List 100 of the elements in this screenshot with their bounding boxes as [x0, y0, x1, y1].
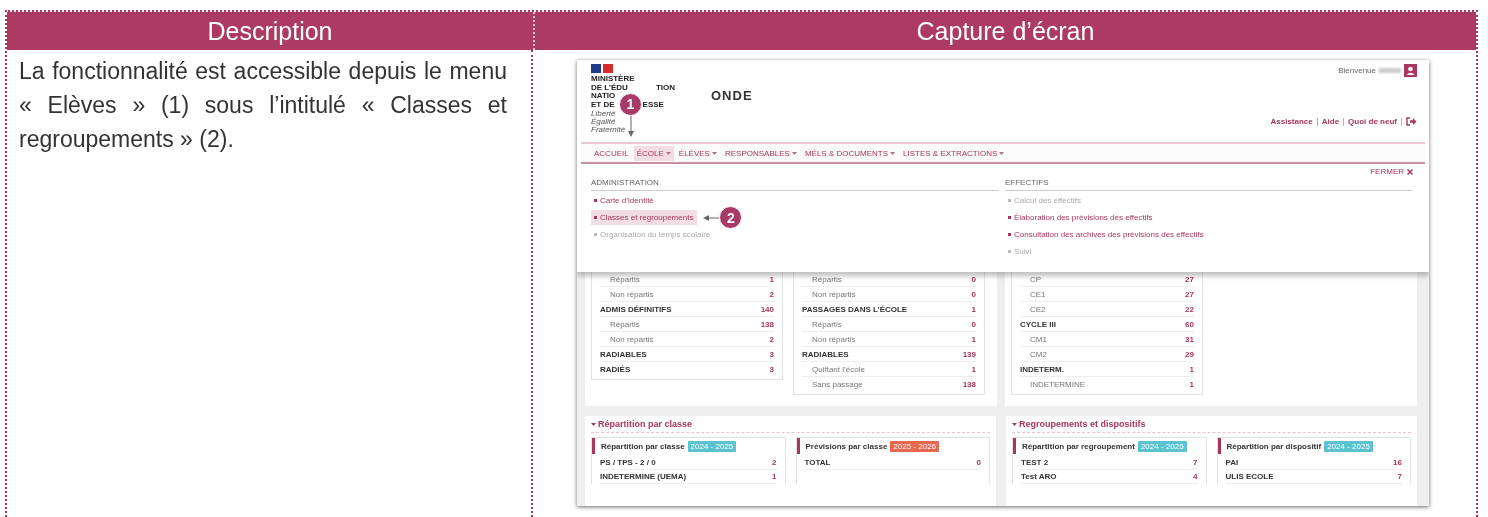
logo-text: NATIO: [591, 92, 616, 101]
logo-text: MINISTÈRE: [591, 75, 635, 83]
bullet-icon: [1008, 199, 1011, 202]
stat-label: CM2: [1029, 349, 1047, 359]
logo-text: ESSE: [642, 100, 664, 109]
caret-icon: [999, 151, 1005, 155]
stat-value: 1: [1189, 364, 1194, 374]
stat-value: 1: [971, 364, 976, 374]
stat-value: 2: [769, 334, 774, 344]
caret-icon: [665, 151, 671, 155]
menu-item[interactable]: Carte d’identité: [591, 193, 658, 208]
card-row-label: TOTAL: [804, 458, 831, 467]
section-title[interactable]: Répartition par classe: [591, 416, 990, 433]
stat-label: Répartis: [609, 319, 640, 329]
stat-label: INDETERM.: [1020, 364, 1064, 374]
blurred-name: [1379, 68, 1401, 73]
column-header: Capture d’écran: [533, 12, 1476, 50]
stat-value: 29: [1185, 349, 1194, 359]
caret-icon: [711, 151, 717, 155]
welcome-text: Bienvenue: [1338, 66, 1376, 75]
stat-value: 1: [971, 304, 976, 314]
year-badge: 2024 - 2025: [1324, 440, 1373, 452]
menu-item[interactable]: Élaboration des prévisions des effectifs: [1005, 210, 1157, 225]
caret-icon: [1012, 422, 1017, 426]
user-icon[interactable]: [1404, 64, 1417, 77]
logout-icon[interactable]: [1406, 117, 1417, 126]
logo-text: ET DE: [591, 100, 615, 109]
card-row-value: 4: [1193, 472, 1198, 481]
stat-label: Non répartis: [609, 289, 654, 299]
column-header: Description: [206, 15, 334, 47]
bullet-icon: [594, 216, 597, 219]
header-link[interactable]: Assistance: [1270, 117, 1313, 126]
stat-value: 140: [760, 304, 774, 314]
year-badge: 2025 - 2026: [890, 440, 940, 452]
card-title: Prévisions par classe: [805, 441, 888, 451]
menu-item[interactable]: Classes et regroupements: [591, 210, 698, 225]
nav-tab[interactable]: MÉLS & DOCUMENTS: [801, 145, 898, 161]
card-row-value: 2: [772, 458, 777, 467]
card-row-label: TEST 2: [1021, 458, 1049, 467]
caret-icon: [890, 151, 895, 155]
callout-badge: 2: [719, 206, 743, 229]
down-arrow-icon: [626, 116, 635, 138]
nav-tab[interactable]: ÉCOLE: [633, 145, 674, 161]
nav-tab[interactable]: ÉLÈVES: [675, 145, 720, 161]
section-title[interactable]: Regroupements et dispositifs: [1012, 416, 1411, 433]
card-title: Répartition par dispositif: [1226, 441, 1322, 451]
bullet-icon: [1008, 216, 1011, 219]
motto-text: Fraternité: [591, 126, 627, 134]
card-row-value: 7: [1193, 458, 1198, 467]
stat-value: 1: [971, 334, 976, 344]
card-row-value: 7: [1397, 472, 1402, 481]
menu-heading: EFFECTIFS: [1005, 178, 1413, 191]
logo-text: DE L’ÉDU: [591, 83, 628, 92]
nav-tab[interactable]: ACCUEIL: [591, 145, 632, 161]
nav-tab[interactable]: LISTES & EXTRACTIONS: [900, 145, 1008, 161]
card-row-label: PS / TPS - 2 / 0: [600, 458, 656, 467]
stat-label: Non répartis: [811, 289, 856, 299]
stat-label: CYCLE III: [1020, 319, 1056, 329]
logo-text: TION: [655, 83, 675, 92]
stat-label: RADIABLES: [802, 349, 849, 359]
stat-value: 1: [769, 274, 774, 284]
left-arrow-icon: [703, 214, 720, 221]
stat-label: CE1: [1029, 289, 1046, 299]
header-link[interactable]: Quoi de neuf: [1348, 117, 1397, 126]
close-button[interactable]: FERMER: [1370, 167, 1413, 176]
year-badge: 2024 - 2025: [687, 440, 737, 452]
bullet-icon: [1008, 233, 1011, 236]
flag-icon: [591, 64, 613, 73]
menu-item[interactable]: Consultation des archives des prévisions des effectifs: [1005, 227, 1208, 242]
stat-value: 27: [1185, 274, 1194, 284]
card-row-label: ULIS ECOLE: [1225, 472, 1274, 481]
bullet-icon: [594, 199, 597, 202]
stat-label: Non répartis: [811, 334, 856, 344]
stat-label: ADMIS DÉFINITIFS: [600, 304, 672, 314]
card-row-value: 16: [1393, 458, 1402, 467]
stat-label: Sans passage: [811, 380, 863, 389]
stat-label: Quittant l’école: [811, 364, 865, 374]
menu-heading: ADMINISTRATION: [591, 178, 999, 191]
header-link[interactable]: Aide: [1321, 117, 1340, 126]
stat-value: 3: [769, 349, 774, 359]
nav-tab[interactable]: RESPONSABLES: [721, 145, 800, 161]
stat-value: 22: [1185, 304, 1194, 314]
stat-value: 1: [1189, 380, 1194, 389]
card-row-label: INDETERMINE (UEMA): [600, 472, 687, 481]
card-title: Répartition par regroupement: [1022, 441, 1135, 451]
stat-label: CM1: [1029, 334, 1047, 344]
stat-label: CE2: [1029, 304, 1046, 314]
stat-value: 0: [971, 274, 976, 284]
caret-icon: [591, 422, 596, 426]
stat-label: CP: [1029, 274, 1042, 284]
stat-value: 138: [760, 319, 774, 329]
stat-label: Répartis: [811, 274, 842, 284]
stat-value: 31: [1185, 334, 1194, 344]
stat-label: INDETERMINE: [1029, 380, 1086, 389]
stat-label: Non répartis: [609, 334, 654, 344]
stat-value: 60: [1185, 319, 1194, 329]
stat-value: 3: [769, 365, 774, 374]
card-row-value: 1: [772, 472, 777, 481]
card-row-value: 0: [976, 458, 981, 467]
stat-label: Répartis: [811, 319, 842, 329]
